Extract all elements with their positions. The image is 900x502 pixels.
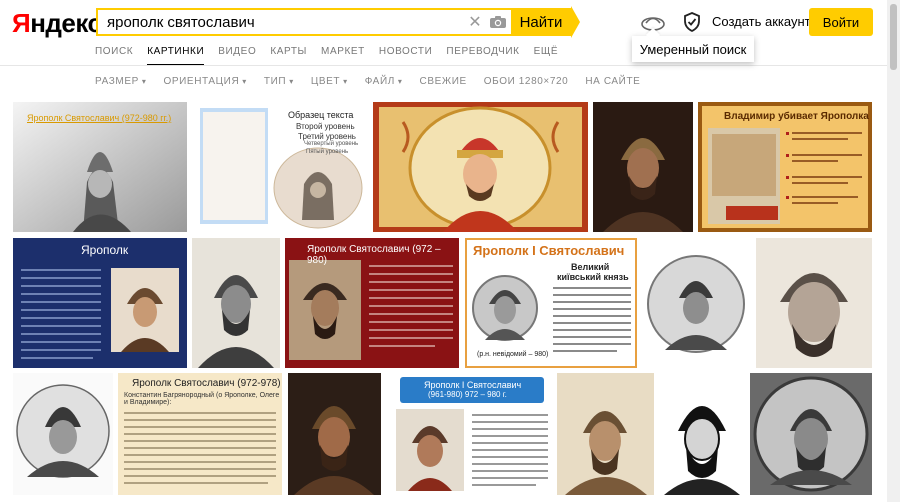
filter-type-label: ТИП [263,76,287,87]
image-result[interactable] [660,373,745,495]
nav-market[interactable]: МАРКЕТ [321,44,365,66]
chevron-down-icon: ▾ [289,77,294,86]
thumb-title: Ярополк Святославич (972 – 980) [307,244,441,266]
filter-wallpaper[interactable]: ОБОИ 1280×720 [484,76,569,87]
thumb-subtitle: (961-980) 972 – 980 г. [428,390,507,399]
filter-orientation-label: ОРИЕНТАЦИЯ [163,76,240,87]
filter-file[interactable]: ФАЙЛ ▾ [365,76,403,87]
thumb-title: Образец текста [288,110,354,120]
filter-fresh[interactable]: СВЕЖИЕ [420,76,467,87]
nav-search[interactable]: ПОИСК [95,44,133,66]
search-box: ✕ Найти [96,6,580,38]
thumb-subtitle: Великий [571,262,610,272]
nav-maps[interactable]: КАРТЫ [270,44,307,66]
filter-color[interactable]: ЦВЕТ ▾ [311,76,348,87]
nav-more[interactable]: ЕЩЁ [534,44,559,66]
thumb-line: Второй уровень [296,122,355,131]
filter-on-site[interactable]: НА САЙТЕ [585,76,640,87]
nav-video[interactable]: ВИДЕО [218,44,256,66]
search-input[interactable] [98,10,465,34]
filters-bar: РАЗМЕР ▾ ОРИЕНТАЦИЯ ▾ ТИП ▾ ЦВЕТ ▾ ФАЙЛ ▾ СВЕ… [95,76,640,87]
filter-color-label: ЦВЕТ [310,76,341,87]
image-result[interactable] [593,102,693,232]
find-button[interactable]: Найти [511,6,580,38]
thumb-line: Четвертый уровень [304,141,359,147]
image-result[interactable]: Ярополк Святославич (972-980 гг.) [13,102,187,232]
image-result[interactable] [288,373,381,495]
image-result[interactable] [192,238,280,368]
image-result[interactable] [756,238,872,368]
image-result[interactable]: Ярополк Святославич (972-978) Константин… [118,373,282,495]
thumb-line: Пятый уровень [306,149,349,155]
login-button[interactable]: Войти [809,8,873,36]
yandex-logo[interactable]: Яндекс [12,8,102,39]
filter-size-label: РАЗМЕР [95,76,139,87]
image-result[interactable] [643,238,750,368]
chevron-down-icon: ▾ [397,77,403,86]
image-result[interactable] [750,373,872,495]
shield-icon[interactable] [683,12,701,33]
filter-size[interactable]: РАЗМЕР ▾ [95,76,147,87]
thumb-line: Третий уровень [298,132,356,141]
safe-search-tooltip: Умеренный поиск [632,36,754,62]
image-result[interactable]: Владимир убивает Ярополка [698,102,872,232]
nav-images[interactable]: КАРТИНКИ [147,44,205,66]
thumb-title: Владимир убивает Ярополка [724,111,869,122]
nav-divider [0,65,887,66]
logo-letter: Я [12,8,31,38]
thumb-caption: (р.н. невідомий – 980) [477,351,549,358]
image-result[interactable]: Ярополк Святославич (972 – 980) [285,238,459,368]
image-result[interactable] [13,373,113,495]
filter-orientation[interactable]: ОРИЕНТАЦИЯ ▾ [164,76,247,87]
filter-type[interactable]: ТИП ▾ [264,76,294,87]
thumb-title: Ярополк [81,243,129,257]
camera-icon[interactable] [485,12,511,32]
yandex-images-page: Яндекс ✕ Найти Создать аккаунт Войти Уме… [0,0,900,502]
chevron-down-icon: ▾ [141,77,147,86]
logo-rest: ндекс [30,8,102,38]
image-result[interactable]: Ярополк [13,238,187,368]
image-result[interactable]: Ярополк I Святославич (961-980) 972 – 98… [386,373,551,495]
image-result[interactable] [373,102,588,232]
thumb-title: Ярополк Святославич (972-980 гг.) [27,113,172,123]
nav-news[interactable]: НОВОСТИ [379,44,433,66]
filter-file-label: ФАЙЛ [364,76,395,87]
clear-icon[interactable]: ✕ [465,12,485,32]
thumb-subtitle: київський князь [557,272,629,282]
create-account-link[interactable]: Создать аккаунт [712,14,811,29]
chevron-down-icon: ▾ [343,77,348,86]
thumb-title: Ярополк I Святославич [424,380,522,390]
chevron-down-icon: ▾ [242,77,247,86]
nav-translator[interactable]: ПЕРЕВОДЧИК [446,44,519,66]
image-result[interactable]: Ярополк І Святославич Великий київський … [465,238,637,368]
scrollbar[interactable] [887,0,900,502]
thumb-title: Ярополк І Святославич [473,243,625,258]
image-result[interactable] [557,373,654,495]
scrollbar-thumb[interactable] [890,4,897,70]
image-result[interactable]: Образец текста Второй уровень Третий уро… [192,102,367,232]
services-nav: ПОИСК КАРТИНКИ ВИДЕО КАРТЫ МАРКЕТ НОВОСТ… [95,44,558,66]
